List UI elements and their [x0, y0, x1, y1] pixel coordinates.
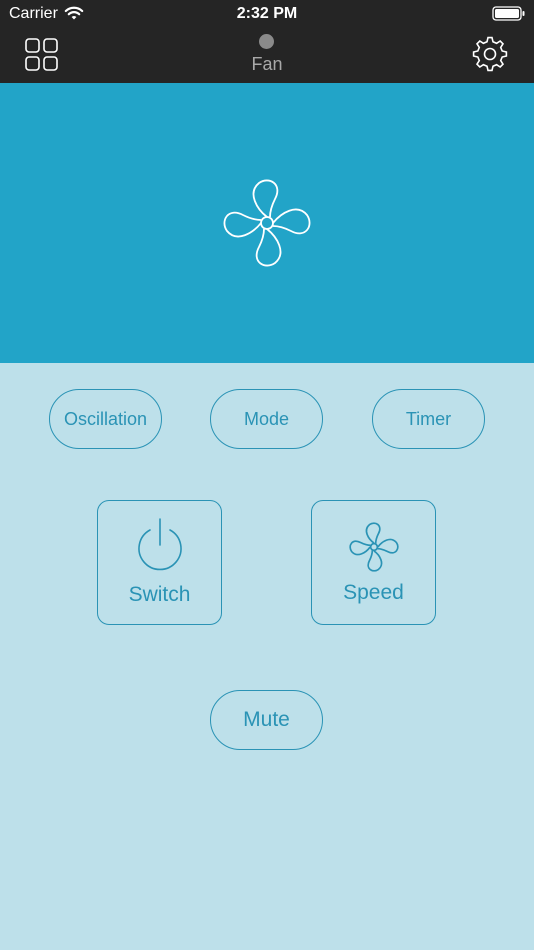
power-icon — [137, 518, 182, 571]
switch-button[interactable]: Switch — [97, 500, 222, 625]
connection-status-dot — [259, 34, 274, 49]
speed-label: Speed — [343, 581, 404, 604]
device-title: Fan — [251, 54, 283, 74]
settings-button[interactable] — [472, 36, 508, 72]
switch-label: Switch — [128, 583, 191, 606]
mute-button[interactable]: Mute — [210, 690, 323, 750]
top-bar: Carrier 2:32 PM Fan — [0, 0, 534, 83]
clock: 2:32 PM — [236, 5, 298, 22]
speed-button[interactable]: Speed — [311, 500, 436, 625]
fan-speed-icon — [348, 522, 399, 572]
gear-icon — [472, 36, 508, 72]
battery-icon — [492, 6, 525, 21]
fan-icon — [223, 179, 311, 267]
mode-button[interactable]: Mode — [210, 389, 323, 449]
timer-button[interactable]: Timer — [372, 389, 485, 449]
oscillation-button[interactable]: Oscillation — [49, 389, 162, 449]
fan-hero-panel — [0, 83, 534, 363]
